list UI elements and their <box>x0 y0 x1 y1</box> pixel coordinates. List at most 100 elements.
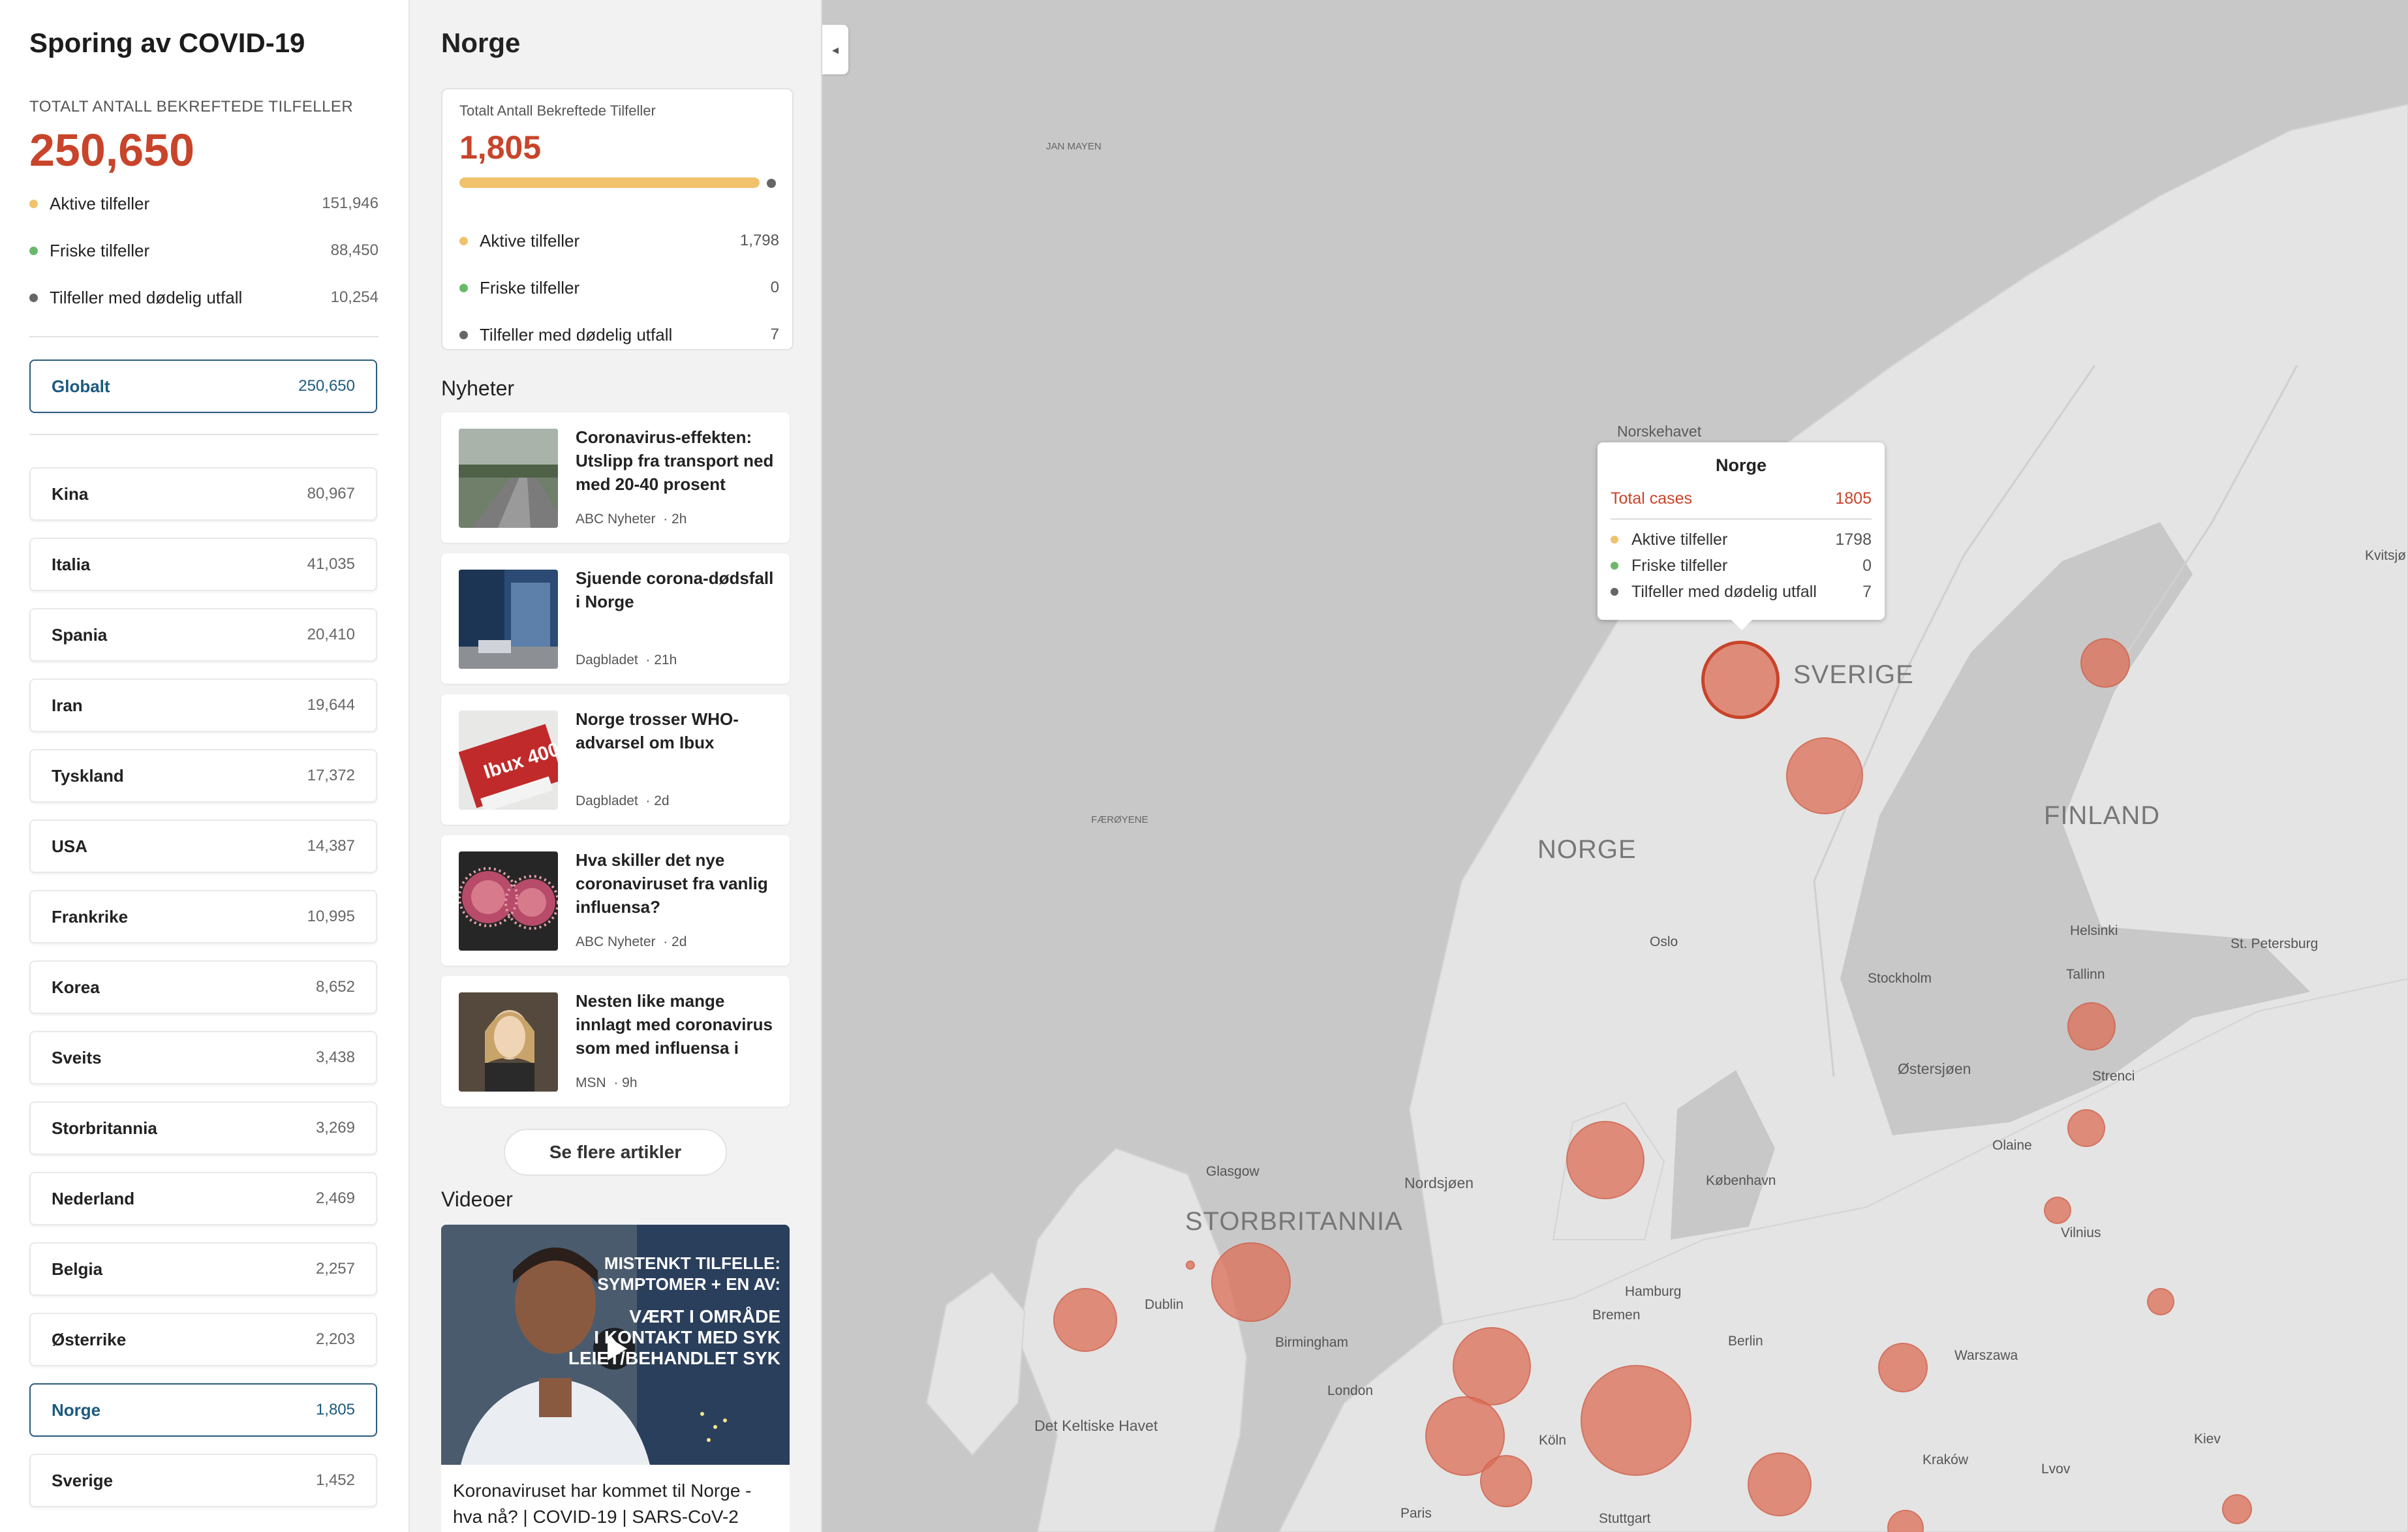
news-thumbnail <box>459 429 558 528</box>
map-bubble-norge[interactable] <box>1701 641 1780 719</box>
map-bubble[interactable] <box>1878 1343 1928 1392</box>
news-headline: Norge trosser WHO-advarsel om Ibux <box>576 709 739 752</box>
country-card-2[interactable]: Italia 41,035 <box>29 538 377 591</box>
map-bubble[interactable] <box>1053 1288 1117 1352</box>
map-bubble[interactable] <box>1480 1455 1532 1507</box>
stat-value: 88,450 <box>330 241 378 259</box>
country-card-14[interactable]: Norge 1,805 <box>29 1383 377 1437</box>
country-name: Frankrike <box>52 906 129 927</box>
map-bubble[interactable] <box>1566 1121 1644 1199</box>
news-item[interactable]: Coronavirus-effekten: Utslipp fra transp… <box>441 412 790 543</box>
country-card-15[interactable]: Sverige 1,452 <box>29 1454 377 1507</box>
news-item[interactable]: Sjuende corona-dødsfall i Norge Dagblade… <box>441 553 790 684</box>
country-card-5[interactable]: Tyskland 17,372 <box>29 749 377 803</box>
map-bubble[interactable] <box>2067 1002 2116 1050</box>
collapse-panel-button[interactable]: ◂ <box>822 25 848 74</box>
summary-value: 1,805 <box>459 129 542 166</box>
country-card-11[interactable]: Nederland 2,469 <box>29 1172 377 1225</box>
tooltip-row-value: 0 <box>1862 556 1872 575</box>
news-section-title: Nyheter <box>441 376 515 400</box>
map-bubble[interactable] <box>1581 1365 1691 1476</box>
country-card-10[interactable]: Storbritannia 3,269 <box>29 1101 377 1155</box>
stat-value: 0 <box>770 279 779 296</box>
news-item[interactable]: Ibux 400 Norge trosser WHO-advarsel om I… <box>441 694 790 825</box>
stat-value: 10,254 <box>330 288 378 306</box>
detail-stat-recovered: Friske tilfeller 0 <box>459 275 779 301</box>
news-item[interactable]: Nesten like mange innlagt med coronaviru… <box>441 976 790 1107</box>
map-city-label: Vilnius <box>2061 1225 2101 1240</box>
country-card-8[interactable]: Korea 8,652 <box>29 960 377 1014</box>
country-card-6[interactable]: USA 14,387 <box>29 820 377 873</box>
map-sea-label: Norskehavet <box>1617 423 1702 440</box>
news-age: · 9h <box>613 1075 638 1090</box>
news-item[interactable]: Hva skiller det nye coronaviruset fra va… <box>441 835 790 966</box>
map-city-label: Oslo <box>1650 934 1678 949</box>
stat-active: Aktive tilfeller 151,946 <box>29 191 378 217</box>
country-value: 41,035 <box>307 555 355 573</box>
video-overlay-text: LEIET/BEHANDLET SYK <box>568 1348 780 1368</box>
video-thumbnail[interactable]: MISTENKT TILFELLE: SYMPTOMER + EN AV: VÆ… <box>441 1225 790 1465</box>
video-overlay-text: SYMPTOMER + EN AV: <box>597 1274 780 1294</box>
map-city-label: Paris <box>1400 1506 1432 1521</box>
global-label: Globalt <box>52 376 110 396</box>
deaths-dot-icon <box>29 293 38 302</box>
country-card-3[interactable]: Spania 20,410 <box>29 608 377 662</box>
country-value: 80,967 <box>307 485 355 502</box>
map-city-label: Kraków <box>1922 1452 1969 1467</box>
map-city-label: Kvitsjø <box>2365 548 2406 563</box>
map-city-label: Stockholm <box>1868 971 1932 986</box>
stat-value: 151,946 <box>322 194 378 212</box>
videos-section-title: Videoer <box>441 1187 513 1211</box>
more-articles-button[interactable]: Se flere artikler <box>504 1129 727 1176</box>
map-city-label: København <box>1706 1173 1776 1188</box>
country-name: Nederland <box>52 1188 135 1208</box>
map-bubble[interactable] <box>1211 1242 1291 1322</box>
map-bubble[interactable] <box>2147 1288 2174 1315</box>
map-city-label: Stuttgart <box>1599 1511 1651 1526</box>
map-bubble[interactable] <box>1186 1261 1195 1270</box>
map-bubble[interactable] <box>2222 1494 2252 1524</box>
news-headline: Nesten like mange innlagt med coronaviru… <box>576 991 773 1058</box>
recovered-dot-icon <box>459 283 468 292</box>
map-city-label: Kiev <box>2194 1432 2221 1447</box>
news-thumbnail <box>459 992 558 1092</box>
country-card-7[interactable]: Frankrike 10,995 <box>29 890 377 943</box>
divider <box>29 336 378 337</box>
country-value: 3,438 <box>315 1049 355 1066</box>
tooltip-title: Norge <box>1715 455 1767 475</box>
tooltip-total-value: 1805 <box>1835 489 1872 508</box>
video-overlay-text: I KONTAKT MED SYK <box>594 1327 780 1347</box>
map-country-label: FINLAND <box>2044 801 2161 830</box>
country-card-1[interactable]: Kina 80,967 <box>29 467 377 521</box>
total-label: TOTALT ANTALL BEKREFTEDE TILFELLER <box>29 98 354 115</box>
video-title: Koronaviruset har kommet til Norge - hva… <box>453 1480 752 1527</box>
country-card-4[interactable]: Iran 19,644 <box>29 679 377 732</box>
stat-label: Tilfeller med dødelig utfall <box>480 324 673 345</box>
map-bubble[interactable] <box>1786 737 1863 814</box>
country-card-12[interactable]: Belgia 2,257 <box>29 1242 377 1296</box>
map[interactable]: JAN MAYEN FÆRØYENE Norskehavet Nordsjøen… <box>822 0 2408 1532</box>
map-bubble[interactable] <box>2067 1109 2105 1147</box>
country-value: 1,805 <box>315 1401 355 1418</box>
country-name: Spania <box>52 624 108 645</box>
country-name: Norge <box>52 1400 101 1420</box>
country-name: Belgia <box>52 1259 103 1279</box>
country-card-13[interactable]: Østerrike 2,203 <box>29 1313 377 1366</box>
map-bubble[interactable] <box>1453 1327 1531 1405</box>
deaths-marker <box>767 179 776 188</box>
news-age: · 2d <box>663 934 687 949</box>
map-bubble[interactable] <box>2044 1197 2071 1224</box>
global-card[interactable]: Globalt 250,650 <box>29 360 377 413</box>
tooltip-total-label: Total cases <box>1611 489 1693 508</box>
map-bubble[interactable] <box>1748 1452 1812 1516</box>
country-card-9[interactable]: Sveits 3,438 <box>29 1031 377 1084</box>
news-source-name: Dagbladet <box>576 652 638 667</box>
map-city-label: Köln <box>1539 1433 1567 1448</box>
stat-label: Aktive tilfeller <box>480 230 580 251</box>
map-bubble[interactable] <box>2080 638 2130 688</box>
active-progress-bar <box>459 177 760 188</box>
country-name: Østerrike <box>52 1329 127 1349</box>
video-card[interactable]: MISTENKT TILFELLE: SYMPTOMER + EN AV: VÆ… <box>441 1225 790 1532</box>
map-sea-label: Østersjøen <box>1898 1060 1971 1077</box>
map-city-label: Helsinki <box>2070 923 2118 938</box>
